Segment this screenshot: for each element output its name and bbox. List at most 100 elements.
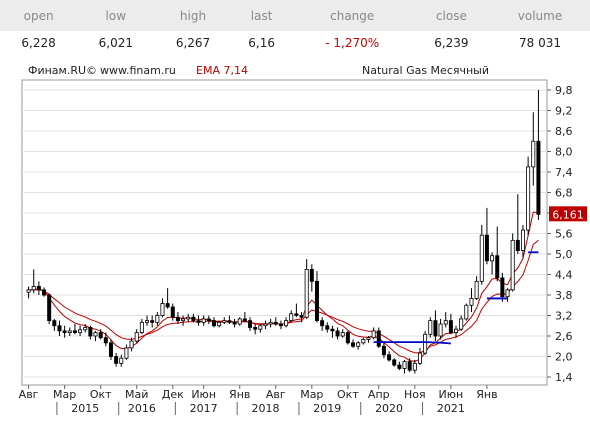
x-year-label: 2018 — [251, 402, 279, 415]
candle-body — [376, 330, 381, 347]
candle-body — [490, 255, 495, 262]
candle-body — [72, 330, 77, 333]
x-month-label: Апр — [368, 388, 390, 401]
candle-body — [314, 280, 319, 322]
candle-body — [340, 332, 345, 337]
x-month-label: Мар — [300, 388, 323, 401]
candle-body — [392, 359, 397, 366]
candle-body — [345, 332, 350, 344]
candle-body — [464, 304, 469, 320]
y-tick-label: 8,0 — [555, 146, 573, 159]
x-year-label: 2021 — [437, 402, 465, 415]
candle-body — [299, 315, 304, 318]
candle-body — [191, 316, 196, 322]
candle-body — [36, 286, 41, 291]
y-tick-label: 4,4 — [555, 269, 573, 282]
x-month-label: Июн — [439, 388, 464, 401]
quote-header-low: low — [77, 0, 155, 31]
candle-body — [98, 332, 103, 339]
candle-body — [248, 320, 253, 328]
candle-body — [57, 325, 62, 332]
candle-body — [351, 342, 356, 347]
candle-body — [356, 342, 361, 347]
quote-value-open: 6,228 — [0, 31, 78, 55]
x-axis: Авг Мар Окт Май Дек Июн Янв Авг Мар Окт Апр Ноя Июн Я… — [19, 385, 498, 415]
candle-body — [196, 320, 201, 323]
candle-body — [227, 320, 232, 323]
candle-body — [526, 166, 531, 231]
candle-body — [155, 315, 160, 323]
candle-body — [320, 320, 325, 327]
candle-body — [237, 318, 242, 325]
quote-header-close: close — [412, 0, 490, 31]
candle-body — [361, 339, 366, 344]
candle-body — [387, 354, 392, 361]
candle-body — [381, 345, 386, 356]
candle-body — [232, 321, 237, 325]
quote-header-last: last — [231, 0, 292, 31]
candle-body — [536, 140, 541, 215]
last-price-label: 6,161 — [552, 208, 584, 221]
x-year-label: 2020 — [375, 402, 403, 415]
candle-body — [278, 323, 283, 327]
candle-body — [150, 320, 155, 323]
y-axis: 9,89,28,68,07,46,86,25,65,04,43,83,22,62… — [547, 84, 573, 384]
candle-body — [443, 320, 448, 325]
candle-body — [454, 328, 459, 333]
quote-header-volume: volume — [489, 0, 590, 31]
candle-body — [62, 330, 67, 333]
candle-body — [304, 268, 309, 318]
candle-body — [42, 289, 47, 296]
candle-body — [520, 229, 525, 251]
quote-value-row: 6,228 6,021 6,267 6,16 - 1,270% 6,239 78… — [0, 31, 590, 55]
candle-body — [47, 294, 52, 322]
quote-table: open low high last change close volume 6… — [0, 0, 590, 55]
candle-body — [139, 321, 144, 333]
candle-body — [103, 337, 108, 344]
x-month-label: Окт — [337, 388, 359, 401]
candle-body — [181, 318, 186, 322]
candle-body — [505, 289, 510, 298]
candle-body — [474, 280, 479, 299]
y-tick-label: 9,8 — [555, 84, 573, 97]
x-month-label: Мар — [53, 388, 76, 401]
x-year-label: 2015 — [71, 402, 99, 415]
candle-body — [469, 298, 474, 306]
chart-title: Natural Gas Месячный — [362, 64, 489, 77]
quote-header-row: open low high last change close volume — [0, 0, 590, 31]
candle-body — [459, 318, 464, 330]
candle-body — [263, 323, 268, 327]
candle-body — [330, 328, 335, 332]
candle-body — [407, 361, 412, 371]
candle-body — [484, 234, 489, 262]
candle-body — [531, 140, 536, 168]
x-year-label: 2019 — [313, 402, 341, 415]
candle-body — [242, 318, 247, 322]
candle-body — [206, 318, 211, 322]
x-month-label: Июн — [191, 388, 216, 401]
candle-body — [402, 361, 407, 369]
candle-body — [428, 320, 433, 335]
candle-body — [129, 340, 134, 349]
candle-body — [289, 313, 294, 322]
x-month-label: Янв — [229, 388, 250, 401]
candle-body — [222, 320, 227, 323]
y-tick-label: 8,6 — [555, 125, 573, 138]
candle-body — [309, 268, 314, 282]
quote-header-open: open — [0, 0, 78, 31]
candle-body — [258, 325, 263, 330]
candle-body — [515, 239, 520, 251]
y-tick-label: 9,2 — [555, 105, 573, 118]
candle-body — [510, 239, 515, 291]
candle-body — [284, 320, 289, 327]
candle-body — [423, 333, 428, 354]
y-tick-label: 2,0 — [555, 351, 573, 364]
candle-body — [67, 330, 72, 333]
x-month-label: Май — [125, 388, 148, 401]
chart-area: 9,89,28,68,07,46,86,25,65,04,43,83,22,62… — [0, 58, 590, 424]
candle-body — [479, 234, 484, 282]
candle-body — [78, 329, 83, 333]
candle-body — [175, 316, 180, 322]
candle-body — [335, 330, 340, 337]
candle-body — [412, 362, 417, 371]
